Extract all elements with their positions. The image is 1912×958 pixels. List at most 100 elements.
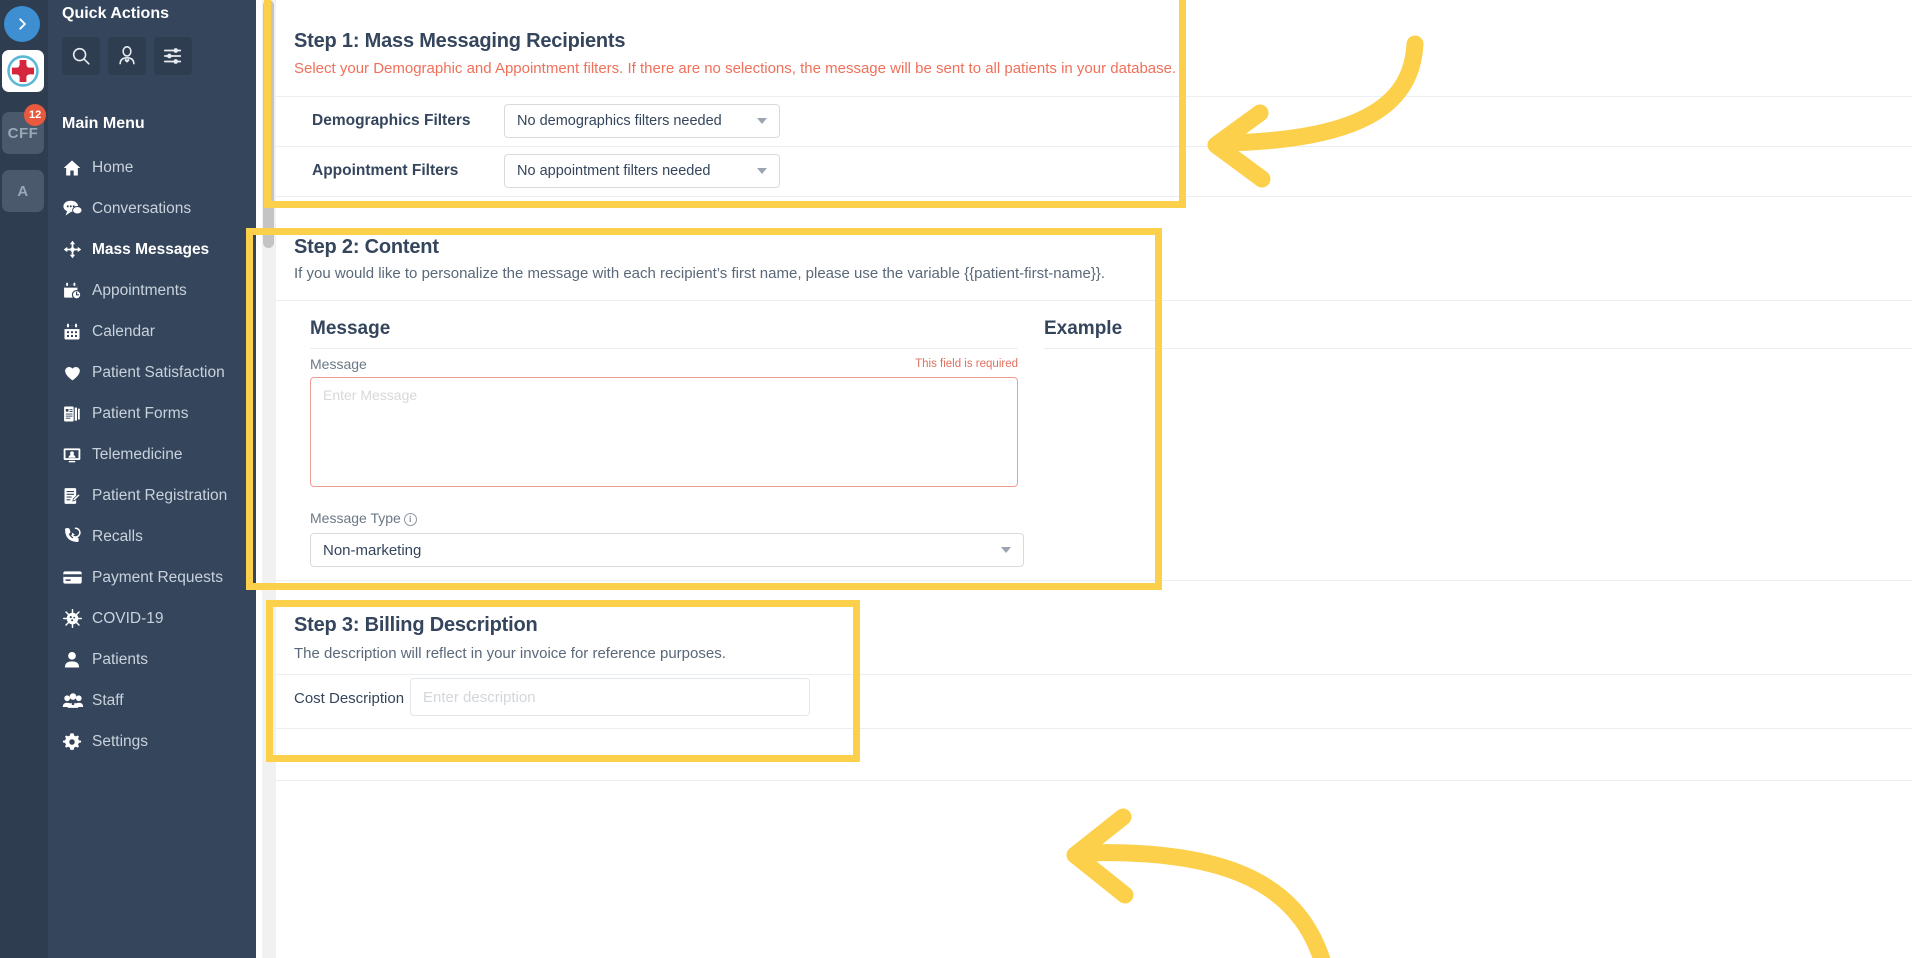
sidebar-item-patients[interactable]: Patients [48, 639, 256, 680]
brand-logo[interactable] [2, 50, 44, 92]
divider [276, 780, 1912, 781]
demographics-filters-select[interactable]: No demographics filters needed [504, 104, 780, 138]
sidebar-item-label: Telemedicine [92, 445, 183, 463]
quick-actions-row [48, 23, 256, 75]
quick-actions-heading: Quick Actions [62, 5, 169, 22]
virus-icon [62, 608, 92, 629]
main-menu-heading: Main Menu [62, 115, 145, 132]
expand-chevron-button[interactable] [4, 6, 40, 42]
account-tile-label: A [17, 182, 29, 200]
message-textarea[interactable] [310, 377, 1018, 487]
message-section-title: Message [310, 318, 391, 339]
calendar-icon [62, 322, 92, 342]
sidebar-item-patient-satisfaction[interactable]: Patient Satisfaction [48, 352, 256, 393]
sidebar-item-payment-requests[interactable]: Payment Requests [48, 557, 256, 598]
appointments-icon [62, 281, 92, 301]
step2-subtitle: If you would like to personalize the mes… [294, 265, 1106, 282]
main-content: Step 1: Mass Messaging Recipients Select… [276, 0, 1912, 958]
sidebar-item-mass-messages[interactable]: Mass Messages [48, 229, 256, 270]
sidebar-item-label: Patient Forms [92, 404, 189, 422]
chevron-down-icon [757, 118, 767, 124]
home-icon [62, 158, 92, 178]
registration-icon [62, 486, 92, 506]
divider [276, 96, 1912, 97]
divider [276, 300, 1912, 301]
example-section-title: Example [1044, 318, 1123, 339]
chevron-down-icon [1001, 547, 1011, 553]
heart-icon [62, 362, 92, 383]
quick-action-patient-button[interactable] [108, 37, 146, 75]
sidebar-item-label: Mass Messages [92, 240, 210, 258]
sidebar-item-home[interactable]: Home [48, 147, 256, 188]
step3-subtitle: The description will reflect in your inv… [294, 645, 726, 662]
telemedicine-icon [62, 445, 92, 465]
sidebar-item-settings[interactable]: Settings [48, 721, 256, 762]
sidebar-item-label: Payment Requests [92, 568, 223, 586]
message-required-error: This field is required [915, 358, 1018, 370]
account-tile-label: CFF [7, 124, 39, 142]
appointment-filters-select[interactable]: No appointment filters needed [504, 154, 780, 188]
forms-icon [62, 404, 92, 424]
gear-icon [62, 732, 92, 752]
quick-action-search-button[interactable] [62, 37, 100, 75]
divider [276, 196, 1912, 197]
sidebar-item-label: Settings [92, 732, 149, 750]
divider [276, 580, 1912, 581]
chat-bubbles-icon [62, 198, 92, 219]
message-field-label: Message [310, 356, 367, 372]
sidebar-item-conversations[interactable]: Conversations [48, 188, 256, 229]
staff-group-icon [62, 690, 92, 712]
sidebar-item-calendar[interactable]: Calendar [48, 311, 256, 352]
phone-recall-icon [62, 526, 92, 547]
cost-description-label: Cost Description [294, 690, 405, 707]
divider [1044, 348, 1912, 349]
sidebar-item-patient-forms[interactable]: Patient Forms [48, 393, 256, 434]
sidebar-item-patient-registration[interactable]: Patient Registration [48, 475, 256, 516]
appointment-filters-label: Appointment Filters [312, 162, 459, 179]
main-menu-list: Home Conversations Mass Messages Appoint… [48, 147, 256, 762]
divider [310, 348, 1018, 349]
sidebar-item-label: Appointments [92, 281, 187, 299]
step2-title: Step 2: Content [294, 236, 439, 258]
message-type-label: Message Type i [310, 510, 417, 526]
sidebar-item-label: Recalls [92, 527, 143, 545]
divider [276, 728, 1912, 729]
divider [276, 146, 1912, 147]
message-type-label-text: Message Type [310, 510, 401, 526]
filters-icon [163, 48, 182, 64]
mass-messages-icon [62, 239, 92, 260]
step3-title: Step 3: Billing Description [294, 614, 538, 636]
patient-icon [119, 46, 135, 65]
chevron-right-icon [19, 18, 26, 30]
quick-action-filters-button[interactable] [154, 37, 192, 75]
sidebar-item-label: Home [92, 158, 134, 176]
sidebar-item-recalls[interactable]: Recalls [48, 516, 256, 557]
sidebar-item-covid-19[interactable]: COVID-19 [48, 598, 256, 639]
sidebar-item-label: Patient Satisfaction [92, 363, 225, 381]
medical-cross-logo [7, 55, 39, 87]
page-scrollbar-thumb[interactable] [263, 0, 274, 248]
sidebar-item-label: Calendar [92, 322, 155, 340]
divider [276, 674, 1912, 675]
mass-messages-page: CFF 12 A Quick Actions Main Menu Home Co… [0, 0, 1912, 958]
step1-title: Step 1: Mass Messaging Recipients [294, 30, 626, 52]
account-tile-a[interactable]: A [2, 170, 44, 212]
sidebar-item-telemedicine[interactable]: Telemedicine [48, 434, 256, 475]
search-icon [72, 47, 90, 65]
sidebar-item-label: Patients [92, 650, 149, 668]
step1-subtitle: Select your Demographic and Appointment … [294, 60, 1177, 77]
app-switcher-rail: CFF 12 A [0, 0, 48, 958]
demographics-filters-label: Demographics Filters [312, 112, 471, 129]
chevron-down-icon [757, 168, 767, 174]
demographics-filters-value: No demographics filters needed [517, 113, 722, 129]
sidebar-item-staff[interactable]: Staff [48, 680, 256, 721]
message-type-select[interactable]: Non-marketing [310, 533, 1024, 567]
appointment-filters-value: No appointment filters needed [517, 163, 711, 179]
sidebar-item-appointments[interactable]: Appointments [48, 270, 256, 311]
info-icon[interactable]: i [403, 512, 417, 526]
sidebar-item-label: COVID-19 [92, 609, 164, 627]
cost-description-input[interactable] [410, 678, 810, 716]
message-type-value: Non-marketing [323, 541, 422, 559]
sidebar-item-label: Conversations [92, 199, 192, 217]
sidebar-item-label: Staff [92, 691, 124, 709]
